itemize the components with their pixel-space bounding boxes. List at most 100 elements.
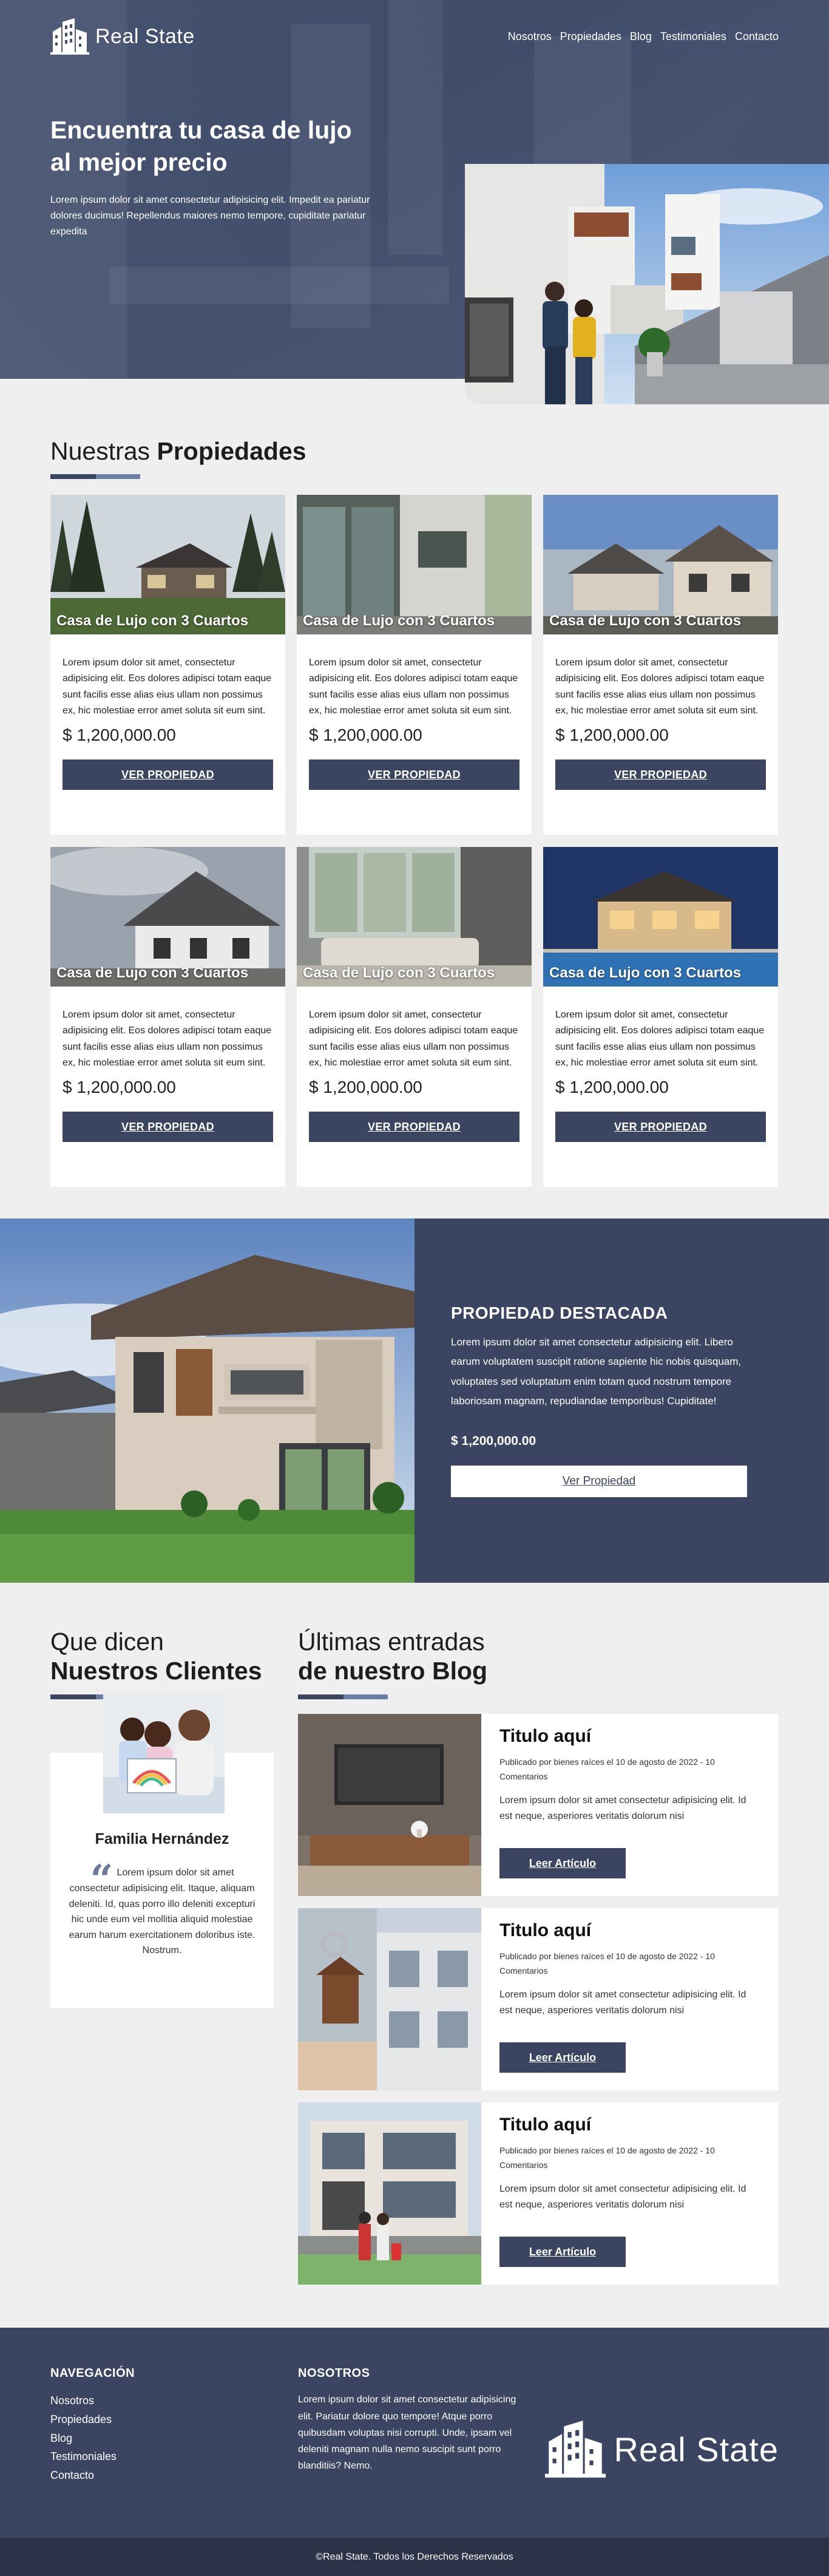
view-property-button[interactable]: VER PROPIEDAD (555, 759, 766, 790)
hero-section: Real State Nosotros Propiedades Blog Tes… (0, 0, 829, 404)
property-image: Casa de Lujo con 3 Cuartos (297, 847, 532, 987)
featured-property-image (0, 1218, 414, 1583)
footer-link-propiedades[interactable]: Propiedades (50, 2410, 298, 2429)
blog-entry-image (298, 2102, 481, 2285)
copyright: ©Real State. Todos los Derechos Reservad… (0, 2538, 829, 2576)
property-card-title: Casa de Lujo con 3 Cuartos (303, 965, 495, 981)
property-card-title: Casa de Lujo con 3 Cuartos (549, 965, 742, 981)
properties-title: Nuestras Propiedades (50, 437, 779, 466)
footer-about: NOSOTROS Lorem ipsum dolor sit amet cons… (298, 2367, 529, 2538)
nav-link-testimoniales[interactable]: Testimoniales (660, 30, 726, 43)
blog-entry-title[interactable]: Titulo aquí (499, 2115, 760, 2135)
footer-link-nosotros[interactable]: Nosotros (50, 2391, 298, 2410)
testimonial-card: Familia Hernández “Lorem ipsum dolor sit… (50, 1692, 274, 2008)
property-card: Casa de Lujo con 3 Cuartos Lorem ipsum d… (297, 495, 532, 835)
hero-house-image (465, 164, 829, 404)
blog-title-bold: de nuestro Blog (298, 1657, 488, 1685)
property-description: Lorem ipsum dolor sit amet, consectetur … (63, 1010, 272, 1069)
property-description: Lorem ipsum dolor sit amet, consectetur … (63, 658, 272, 716)
testimonial-quote-text: Lorem ipsum dolor sit amet consectetur a… (69, 1867, 255, 1956)
brand-name: Real State (95, 24, 195, 48)
blog-title-light: Últimas entradas (298, 1628, 485, 1656)
blog-entry-excerpt: Lorem ipsum dolor sit amet consectetur a… (499, 1795, 746, 1821)
featured-property-info: PROPIEDAD DESTACADA Lorem ipsum dolor si… (414, 1218, 829, 1583)
testimonial-photo (103, 1692, 225, 1814)
property-description: Lorem ipsum dolor sit amet, consectetur … (555, 658, 765, 716)
blog-entry-image (298, 1714, 481, 1897)
view-featured-property-button[interactable]: Ver Propiedad (451, 1466, 747, 1498)
quote-icon: “ (90, 1856, 113, 1904)
blog-entry-meta: Publicado por bienes raíces el 10 de ago… (499, 1951, 715, 1976)
buildings-icon (50, 18, 89, 55)
footer-link-testimoniales[interactable]: Testimoniales (50, 2447, 298, 2466)
view-property-button[interactable]: VER PROPIEDAD (309, 1111, 519, 1142)
view-property-button[interactable]: VER PROPIEDAD (309, 759, 519, 790)
property-card: Casa de Lujo con 3 Cuartos Lorem ipsum d… (297, 847, 532, 1187)
blog-entry-meta: Publicado por bienes raíces el 10 de ago… (499, 2146, 715, 2170)
blog-entry-excerpt: Lorem ipsum dolor sit amet consectetur a… (499, 1989, 746, 2016)
testimonials-title-light: Que dicen (50, 1628, 164, 1656)
property-card-title: Casa de Lujo con 3 Cuartos (549, 613, 742, 629)
title-underline (298, 1694, 388, 1700)
property-card: Casa de Lujo con 3 Cuartos Lorem ipsum d… (50, 847, 285, 1187)
view-property-button[interactable]: VER PROPIEDAD (555, 1111, 766, 1142)
featured-property-section: PROPIEDAD DESTACADA Lorem ipsum dolor si… (0, 1218, 829, 1583)
blog-list: Titulo aquí Publicado por bienes raíces … (298, 1714, 779, 2285)
nav-link-blog[interactable]: Blog (630, 30, 652, 43)
property-card: Casa de Lujo con 3 Cuartos Lorem ipsum d… (543, 847, 778, 1187)
properties-title-bold: Propiedades (157, 437, 306, 465)
property-price: $ 1,200,000.00 (63, 725, 176, 744)
property-description: Lorem ipsum dolor sit amet, consectetur … (555, 1010, 765, 1069)
hero-text: Lorem ipsum dolor sit amet consectetur a… (50, 194, 370, 237)
buildings-icon (544, 2421, 606, 2478)
testimonials-blog-section: Que dicen Nuestros Clientes Familia Hern… (50, 1583, 779, 2285)
nav-link-propiedades[interactable]: Propiedades (560, 30, 621, 43)
nav-link-nosotros[interactable]: Nosotros (508, 30, 552, 43)
property-price: $ 1,200,000.00 (555, 1077, 669, 1096)
site-header: Real State Nosotros Propiedades Blog Tes… (50, 0, 779, 55)
property-card: Casa de Lujo con 3 Cuartos Lorem ipsum d… (50, 495, 285, 835)
property-price: $ 1,200,000.00 (309, 1077, 422, 1096)
blog-entry-title[interactable]: Titulo aquí (499, 1726, 760, 1747)
site-logo[interactable]: Real State (50, 18, 195, 55)
property-image: Casa de Lujo con 3 Cuartos (543, 495, 778, 634)
nav-link-contacto[interactable]: Contacto (735, 30, 779, 43)
property-price: $ 1,200,000.00 (63, 1077, 176, 1096)
blog-column: Últimas entradas de nuestro Blog Titulo … (298, 1628, 779, 2285)
property-card-title: Casa de Lujo con 3 Cuartos (56, 965, 249, 981)
featured-heading: PROPIEDAD DESTACADA (451, 1303, 668, 1322)
property-price: $ 1,200,000.00 (309, 725, 422, 744)
property-image: Casa de Lujo con 3 Cuartos (297, 495, 532, 634)
read-article-button[interactable]: Leer Artículo (499, 1848, 626, 1879)
footer-nav-heading: NAVEGACIÓN (50, 2367, 135, 2381)
blog-entry-image (298, 1908, 481, 2091)
testimonials-column: Que dicen Nuestros Clientes Familia Hern… (50, 1628, 274, 2285)
property-image: Casa de Lujo con 3 Cuartos (50, 495, 285, 634)
property-image: Casa de Lujo con 3 Cuartos (543, 847, 778, 987)
footer-brand-name: Real State (614, 2430, 779, 2469)
property-card: Casa de Lujo con 3 Cuartos Lorem ipsum d… (543, 495, 778, 835)
site-footer: NAVEGACIÓN Nosotros Propiedades Blog Tes… (0, 2328, 829, 2576)
blog-entry-title[interactable]: Titulo aquí (499, 1920, 760, 1941)
property-card-title: Casa de Lujo con 3 Cuartos (56, 613, 249, 629)
property-image: Casa de Lujo con 3 Cuartos (50, 847, 285, 987)
view-property-button[interactable]: VER PROPIEDAD (63, 759, 273, 790)
featured-price: $ 1,200,000.00 (451, 1434, 536, 1449)
testimonials-title-bold: Nuestros Clientes (50, 1657, 262, 1685)
footer-about-text: Lorem ipsum dolor sit amet consectetur a… (298, 2394, 516, 2472)
properties-grid: Casa de Lujo con 3 Cuartos Lorem ipsum d… (50, 495, 779, 1187)
property-description: Lorem ipsum dolor sit amet, consectetur … (309, 658, 518, 716)
main-navigation: Nosotros Propiedades Blog Testimoniales … (499, 30, 779, 43)
footer-logo[interactable]: Real State (544, 2360, 779, 2538)
properties-title-light: Nuestras (50, 437, 151, 465)
blog-entry: Titulo aquí Publicado por bienes raíces … (298, 2102, 779, 2285)
footer-link-contacto[interactable]: Contacto (50, 2466, 298, 2485)
blog-entry: Titulo aquí Publicado por bienes raíces … (298, 1908, 779, 2091)
footer-navigation: NAVEGACIÓN Nosotros Propiedades Blog Tes… (50, 2367, 298, 2538)
view-property-button[interactable]: VER PROPIEDAD (63, 1111, 273, 1142)
read-article-button[interactable]: Leer Artículo (499, 2042, 626, 2073)
footer-link-blog[interactable]: Blog (50, 2429, 298, 2448)
property-card-title: Casa de Lujo con 3 Cuartos (303, 613, 495, 629)
blog-entry-excerpt: Lorem ipsum dolor sit amet consectetur a… (499, 2183, 746, 2210)
read-article-button[interactable]: Leer Artículo (499, 2237, 626, 2268)
